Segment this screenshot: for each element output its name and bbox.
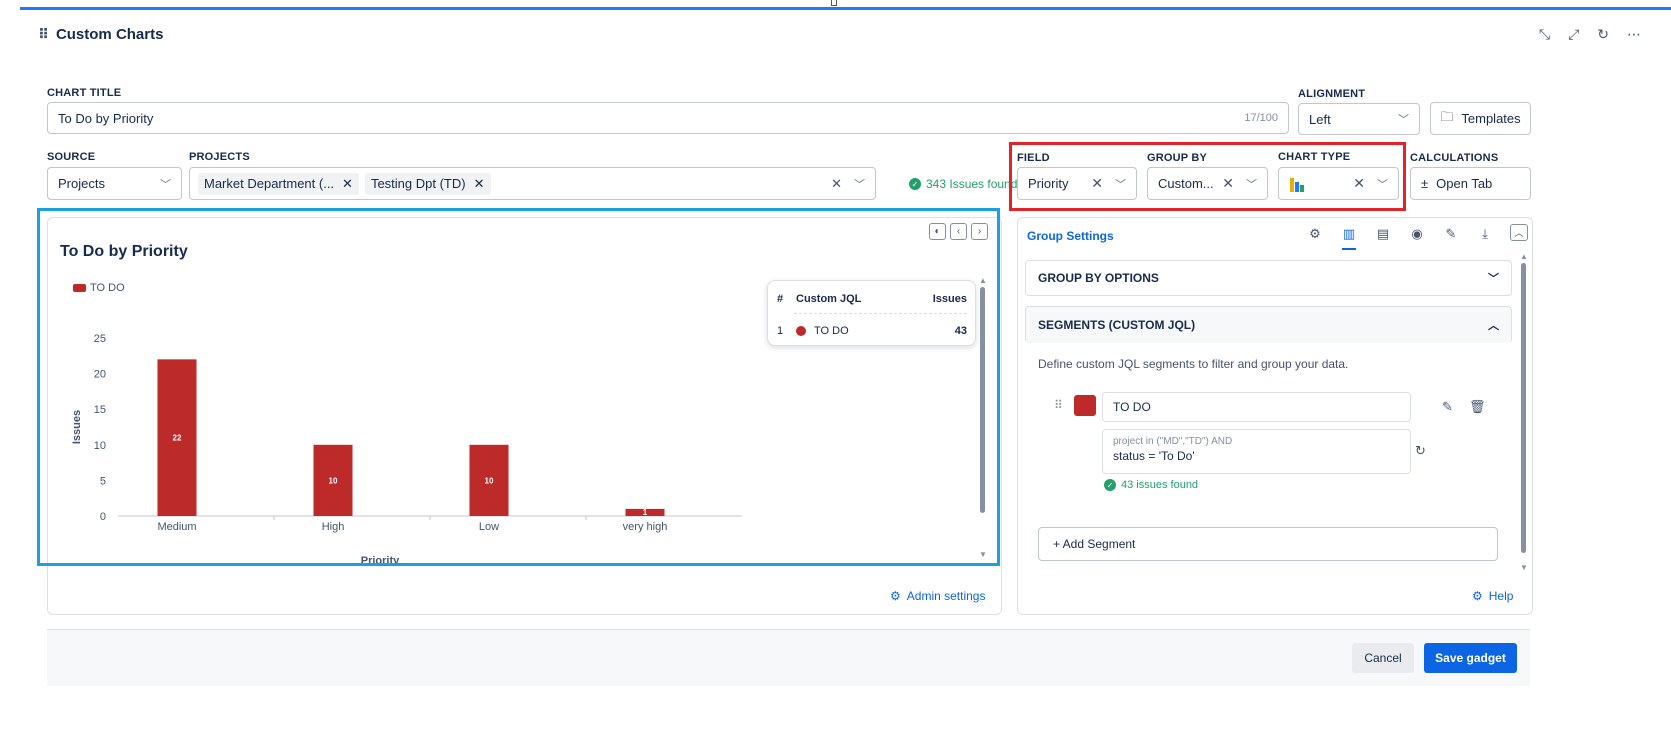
issues-found-status: ✓ 343 Issues found	[909, 177, 1017, 191]
help-link[interactable]: ⚙ Help	[1472, 589, 1513, 603]
chevron-down-icon: ﹀	[1488, 273, 1499, 285]
remove-tag-icon[interactable]: ✕	[342, 176, 353, 192]
segment-jql-input[interactable]: project in ("MD","TD") AND status = 'To …	[1102, 429, 1411, 474]
source-label: SOURCE	[47, 151, 96, 163]
edit-icon[interactable]: ✎	[1444, 226, 1458, 250]
source-select[interactable]: Projects ﹀	[47, 167, 182, 200]
download-icon[interactable]: ⤓	[1478, 226, 1492, 250]
settings-icon[interactable]: ⚙	[1308, 226, 1322, 250]
save-gadget-button[interactable]: Save gadget	[1424, 643, 1517, 673]
alignment-select[interactable]: Left ﹀	[1298, 103, 1420, 135]
table-icon[interactable]: ▤	[1376, 226, 1390, 250]
refresh-icon[interactable]: ↻	[1597, 26, 1609, 43]
chevron-down-icon[interactable]: ﹀	[854, 176, 865, 192]
plus-minus-icon: ±	[1421, 176, 1429, 191]
folder-icon: 🗀	[1440, 108, 1454, 124]
footer-bar	[47, 629, 1530, 686]
calculations-label: CALCULATIONS	[1410, 152, 1499, 164]
calculations-button[interactable]: ± Open Tab	[1410, 167, 1531, 200]
project-tag[interactable]: Market Department (... ✕	[198, 172, 359, 195]
calculations-value: Open Tab	[1436, 176, 1493, 191]
drag-handle-icon[interactable]: ⠿	[1054, 398, 1063, 412]
alignment-value: Left	[1309, 111, 1331, 127]
segments-accordion[interactable]: SEGMENTS (CUSTOM JQL) ︿	[1025, 306, 1512, 343]
segment-issues-found: ✓ 43 issues found	[1104, 479, 1198, 491]
gadget-title: Custom Charts	[55, 26, 164, 43]
templates-button[interactable]: 🗀 Templates	[1430, 102, 1531, 135]
projects-multiselect[interactable]: Market Department (... ✕ Testing Dpt (TD)…	[189, 167, 876, 200]
projects-label: PROJECTS	[189, 151, 250, 163]
highlight-red-frame	[1009, 142, 1406, 211]
segments-description: Define custom JQL segments to filter and…	[1038, 357, 1349, 371]
cancel-button[interactable]: Cancel	[1352, 643, 1414, 673]
clear-icon[interactable]: ✕	[831, 176, 842, 192]
chart-icon[interactable]: ▥	[1342, 226, 1356, 250]
panel-toolbar: ⚙ ▥ ▤ ◉ ✎ ⤓	[1308, 226, 1492, 250]
chart-title-counter: 17/100	[1244, 112, 1278, 124]
gadget-header: ⠿ Custom Charts	[38, 26, 163, 43]
trash-icon[interactable]: 🗑	[1469, 399, 1486, 415]
collapse-icon[interactable]: ⤢	[1568, 26, 1579, 43]
segment-color-picker[interactable]	[1074, 395, 1096, 416]
top-accent-line	[20, 7, 1671, 10]
scroll-up-icon[interactable]: ▲	[1520, 252, 1528, 261]
templates-label: Templates	[1461, 111, 1521, 126]
project-tag[interactable]: Testing Dpt (TD) ✕	[364, 172, 491, 195]
drag-handle-icon[interactable]: ⠿	[38, 26, 49, 43]
collapse-panel-icon[interactable]: ︿	[1510, 224, 1528, 241]
admin-settings-link[interactable]: ⚙ Admin settings	[890, 589, 985, 603]
alignment-label: ALIGNMENT	[1298, 88, 1366, 100]
chart-title-value: To Do by Priority	[58, 110, 154, 126]
header-actions: ⤡ ⤢ ↻ ⋯	[1539, 26, 1641, 43]
group-by-options-accordion[interactable]: GROUP BY OPTIONS ﹀	[1025, 260, 1512, 296]
chevron-up-icon: ︿	[1488, 320, 1499, 332]
remove-tag-icon[interactable]: ✕	[474, 176, 485, 192]
resize-handle[interactable]	[831, 0, 837, 6]
add-segment-button[interactable]: + Add Segment	[1038, 527, 1498, 561]
chevron-down-icon: ﹀	[1398, 114, 1409, 126]
check-circle-icon: ✓	[1104, 479, 1116, 491]
segment-name-input[interactable]: TO DO	[1102, 392, 1411, 422]
more-icon[interactable]: ⋯	[1627, 26, 1641, 43]
highlight-blue-frame	[37, 208, 1000, 566]
panel-title[interactable]: Group Settings	[1027, 229, 1114, 243]
source-value: Projects	[58, 176, 105, 191]
check-circle-icon: ✓	[909, 178, 921, 190]
panel-scrollbar[interactable]	[1521, 263, 1526, 553]
minimize-icon[interactable]: ⤡	[1539, 26, 1550, 43]
refresh-icon[interactable]: ↻	[1415, 443, 1426, 459]
pencil-icon[interactable]: ✎	[1442, 399, 1453, 415]
gear-icon: ⚙	[1472, 589, 1483, 603]
eye-icon[interactable]: ◉	[1410, 226, 1424, 250]
scroll-down-icon[interactable]: ▼	[1520, 563, 1528, 572]
chart-title-input[interactable]: To Do by Priority 17/100	[47, 102, 1289, 134]
gear-icon: ⚙	[890, 589, 901, 603]
chevron-down-icon: ﹀	[160, 178, 171, 191]
chart-title-label: CHART TITLE	[47, 87, 122, 99]
